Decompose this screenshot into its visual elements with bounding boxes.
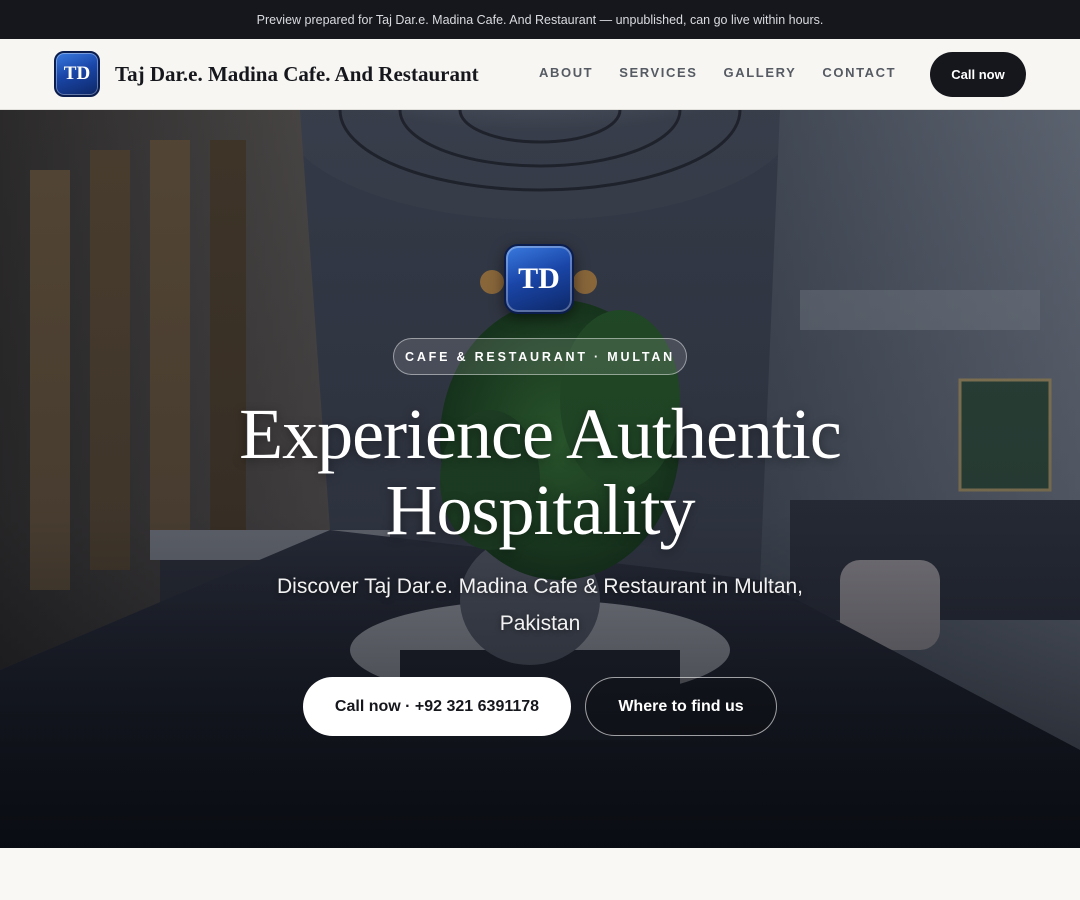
- brand[interactable]: TD Taj Dar.e. Madina Cafe. And Restauran…: [54, 51, 479, 97]
- preview-banner: Preview prepared for Taj Dar.e. Madina C…: [0, 0, 1080, 39]
- preview-banner-text: Preview prepared for Taj Dar.e. Madina C…: [256, 12, 824, 27]
- main-nav: ABOUT SERVICES GALLERY CONTACT: [539, 65, 922, 80]
- next-section: [0, 848, 1080, 900]
- hero-title-line-1: Experience Authentic: [239, 394, 842, 474]
- nav-link-contact[interactable]: CONTACT: [822, 65, 896, 80]
- nav-link-about[interactable]: ABOUT: [539, 65, 593, 80]
- call-now-button[interactable]: Call now: [930, 52, 1026, 97]
- hero-section: TD CAFE & RESTAURANT · MULTAN Experience…: [0, 110, 1080, 848]
- hero-title: Experience Authentic Hospitality: [140, 396, 940, 548]
- category-pill: CAFE & RESTAURANT · MULTAN: [393, 338, 687, 375]
- nav-link-gallery[interactable]: GALLERY: [724, 65, 797, 80]
- find-us-button[interactable]: Where to find us: [585, 677, 777, 736]
- logo-initials: TD: [63, 63, 91, 84]
- hero-title-line-2: Hospitality: [385, 470, 696, 550]
- hero-subtitle: Discover Taj Dar.e. Madina Cafe & Restau…: [276, 575, 804, 635]
- site-header: TD Taj Dar.e. Madina Cafe. And Restauran…: [0, 39, 1080, 110]
- nav-link-services[interactable]: SERVICES: [619, 65, 697, 80]
- logo-icon[interactable]: TD: [54, 51, 100, 97]
- brand-name[interactable]: Taj Dar.e. Madina Cafe. And Restaurant: [115, 62, 479, 87]
- call-phone-button[interactable]: Call now · +92 321 6391178: [303, 677, 571, 736]
- hero-logo-icon: TD: [504, 244, 574, 314]
- hero-logo-initials: TD: [518, 262, 560, 295]
